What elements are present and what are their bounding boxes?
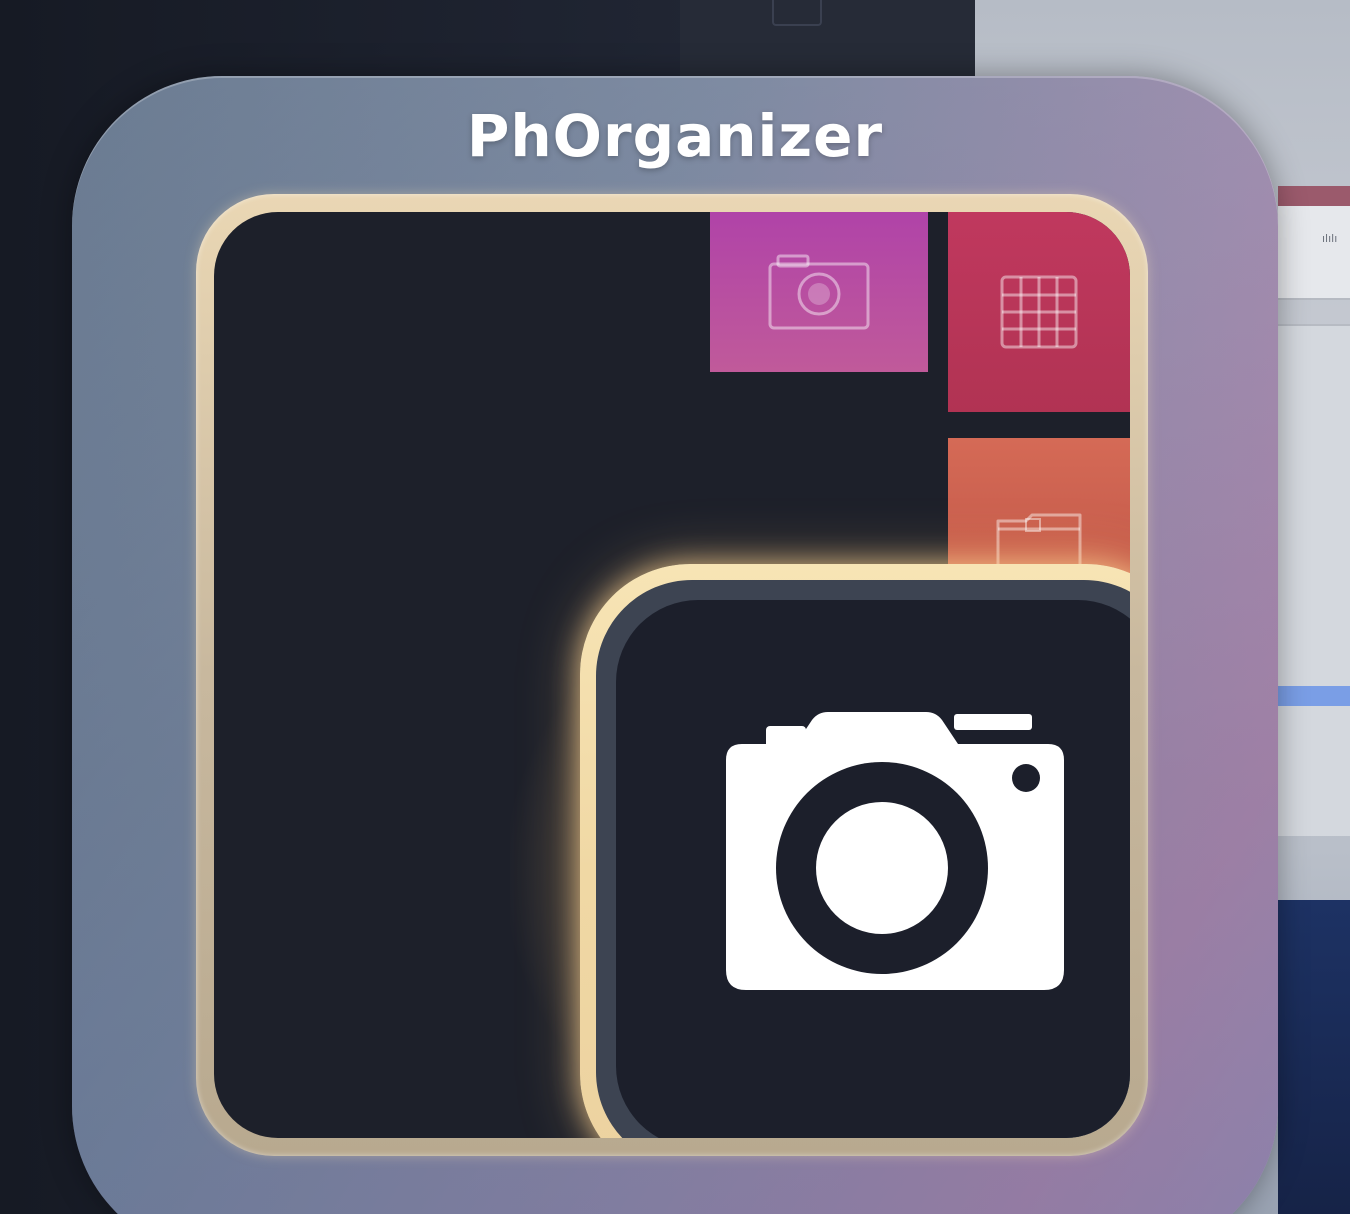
- camera-icon: [726, 712, 1064, 990]
- center-icon-bezel: [596, 580, 1130, 1138]
- background-window-lower: [1278, 900, 1350, 1214]
- gold-frame: [196, 194, 1148, 1156]
- center-icon-core: [616, 600, 1130, 1138]
- background-window-text: ılılı: [1322, 232, 1338, 245]
- background-panel: [680, 0, 975, 80]
- desktop-scene: ılılı PhOrganizer: [0, 0, 1350, 1214]
- grid-icon: [1000, 275, 1078, 349]
- photo-album-icon: [768, 254, 870, 330]
- photo-album-tile: [710, 212, 928, 372]
- background-window-sheet: [1278, 206, 1350, 300]
- grid-tile: [948, 212, 1130, 412]
- background-window-body: [1278, 324, 1350, 836]
- app-icon-tile[interactable]: PhOrganizer: [72, 76, 1278, 1214]
- center-app-icon[interactable]: [580, 564, 1130, 1138]
- app-screen: [214, 212, 1130, 1138]
- app-title: PhOrganizer: [466, 102, 884, 170]
- background-window-bar: [1278, 186, 1350, 206]
- background-slot: [772, 0, 822, 26]
- background-selection-strip: [1278, 686, 1350, 706]
